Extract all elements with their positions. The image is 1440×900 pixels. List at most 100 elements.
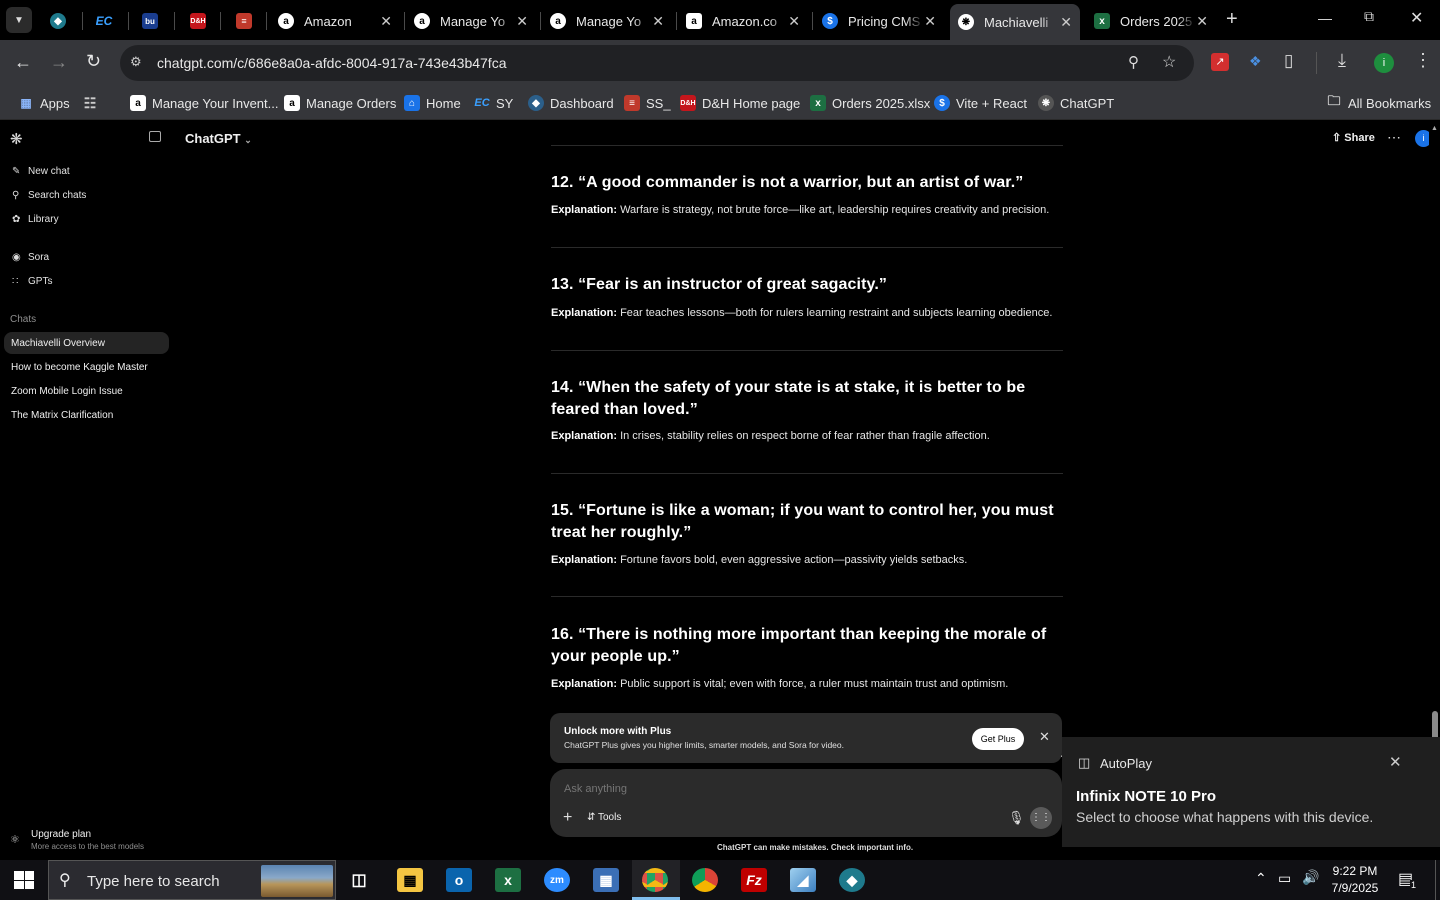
- share-button[interactable]: ⇧ Share: [1332, 131, 1375, 144]
- all-bookmarks[interactable]: 🗀 All Bookmarks: [1326, 92, 1431, 114]
- search-chats-button[interactable]: ⚲ Search chats: [12, 190, 86, 201]
- new-tab-icon[interactable]: +: [1226, 8, 1238, 31]
- app-icon[interactable]: ◢: [790, 868, 816, 892]
- bookmark-item[interactable]: ◆ Dashboard: [528, 92, 614, 114]
- network-icon[interactable]: ▭: [1278, 870, 1291, 887]
- bookmark-item[interactable]: EC SY: [474, 92, 513, 114]
- chat-history-item[interactable]: The Matrix Clarification: [4, 404, 169, 426]
- browser-tab[interactable]: a Manage Yo ✕: [408, 6, 536, 36]
- browser-tab-active[interactable]: ❋ Machiavelli ✕: [950, 4, 1080, 40]
- autoplay-notification[interactable]: ◫ AutoPlay ✕ Infinix NOTE 10 Pro Select …: [1062, 737, 1440, 847]
- file-explorer-icon[interactable]: ▦: [397, 868, 423, 892]
- chat-history-item[interactable]: Machiavelli Overview: [4, 332, 169, 354]
- close-tab-icon[interactable]: ✕: [924, 13, 936, 30]
- bookmark-item[interactable]: D&H D&H Home page: [680, 92, 800, 114]
- minimize-icon[interactable]: —: [1318, 10, 1332, 26]
- close-tab-icon[interactable]: ✕: [652, 13, 664, 30]
- profile-avatar[interactable]: i: [1374, 53, 1394, 73]
- voice-mode-button[interactable]: ⋮⋮: [1030, 807, 1052, 829]
- browser-tab[interactable]: x Orders 2025 ✕: [1088, 6, 1216, 36]
- browser-tab[interactable]: $ Pricing CMS ✕: [816, 6, 944, 36]
- excel-icon[interactable]: x: [495, 868, 521, 892]
- upgrade-plan-button[interactable]: ⚛ Upgrade plan More access to the best m…: [10, 828, 168, 854]
- bookmark-item[interactable]: ≡ SS_: [624, 92, 671, 114]
- restore-icon[interactable]: ⧉: [1364, 8, 1374, 25]
- filezilla-icon[interactable]: Fz: [741, 868, 767, 892]
- bookmark-item[interactable]: ⌂ Home: [404, 92, 461, 114]
- message-composer[interactable]: + ⇵ Tools 🎙 ⋮⋮: [550, 769, 1062, 837]
- bookmark-item[interactable]: ❋ ChatGPT: [1038, 92, 1114, 114]
- close-tab-icon[interactable]: ✕: [788, 13, 800, 30]
- taskbar-clock[interactable]: 9:22 PM 7/9/2025: [1322, 864, 1388, 895]
- bookmarks-bar: ▦ Apps ☷ a Manage Your Invent... a Manage O…: [0, 86, 1440, 198]
- extension-icon[interactable]: ❖: [1249, 53, 1265, 69]
- get-plus-button[interactable]: Get Plus: [972, 728, 1024, 750]
- pinned-tab[interactable]: ◆: [50, 6, 72, 36]
- close-icon[interactable]: ✕: [1389, 753, 1402, 771]
- bookmark-item[interactable]: a Manage Orders: [284, 92, 396, 114]
- taskbar-search-placeholder: Type here to search: [87, 873, 220, 890]
- pinned-tab[interactable]: EC: [96, 6, 118, 36]
- sora-button[interactable]: ◉ Sora: [12, 252, 49, 263]
- zoom-icon[interactable]: ⚲: [1128, 53, 1139, 71]
- upsell-title: Unlock more with Plus: [564, 726, 672, 737]
- outlook-icon[interactable]: o: [446, 868, 472, 892]
- extensions-puzzle-icon[interactable]: ▯: [1284, 51, 1293, 71]
- taskbar-search-box[interactable]: ⚲ Type here to search: [48, 860, 336, 900]
- chat-sidebar: ❋ ✎ New chat ⚲ Search chats ✿ Library ◉ Sora…: [0, 121, 174, 860]
- openai-logo-icon[interactable]: ❋: [10, 130, 23, 148]
- explanation-label: Explanation:: [551, 554, 618, 566]
- collapse-sidebar-icon[interactable]: [149, 131, 161, 142]
- forward-icon[interactable]: →: [50, 52, 68, 73]
- bookmark-item[interactable]: a Manage Your Invent...: [130, 92, 278, 114]
- calculator-icon[interactable]: ▦: [593, 868, 619, 892]
- show-hidden-icons[interactable]: ⌃: [1255, 870, 1267, 887]
- gpts-button[interactable]: ∷ GPTs: [12, 276, 52, 287]
- task-view-icon[interactable]: ◫: [346, 868, 372, 892]
- close-tab-icon[interactable]: ✕: [516, 13, 528, 30]
- model-selector[interactable]: ChatGPT ⌄: [185, 131, 252, 146]
- chat-history-item[interactable]: How to become Kaggle Master: [4, 356, 169, 378]
- pinned-tab[interactable]: D&H: [190, 6, 212, 36]
- site-info-icon[interactable]: ⚙: [130, 54, 142, 70]
- tab-groups-icon[interactable]: ☷: [82, 92, 104, 114]
- windows-start-icon[interactable]: [14, 871, 34, 889]
- bookmark-apps[interactable]: ▦ Apps: [18, 92, 69, 114]
- close-tab-icon[interactable]: ✕: [1196, 13, 1208, 30]
- back-icon[interactable]: ←: [14, 52, 32, 73]
- library-button[interactable]: ✿ Library: [12, 214, 59, 225]
- close-tab-icon[interactable]: ✕: [380, 13, 392, 30]
- microphone-icon[interactable]: 🎙: [1008, 810, 1025, 826]
- close-window-icon[interactable]: ✕: [1410, 8, 1423, 28]
- bookmark-item[interactable]: x Orders 2025.xlsx: [810, 92, 930, 114]
- pinned-tab[interactable]: bu: [142, 6, 164, 36]
- add-attachment-icon[interactable]: +: [563, 809, 572, 827]
- address-bar[interactable]: ⚙ chatgpt.com/c/686e8a0a-afdc-8004-917a-…: [120, 45, 1194, 81]
- app-icon[interactable]: ◆: [839, 868, 865, 892]
- more-options-icon[interactable]: ⋯: [1387, 129, 1401, 146]
- chrome-icon[interactable]: [692, 868, 718, 892]
- bookmark-item[interactable]: $ Vite + React: [934, 92, 1027, 114]
- upgrade-icon: ⚛: [10, 834, 20, 846]
- reload-icon[interactable]: ↻: [86, 51, 101, 72]
- zoom-icon[interactable]: zm: [544, 868, 570, 892]
- browser-tab[interactable]: a Manage Yo ✕: [544, 6, 672, 36]
- close-tab-icon[interactable]: ✕: [1060, 14, 1072, 31]
- browser-menu-icon[interactable]: ⋮: [1414, 50, 1432, 71]
- download-icon[interactable]: ⤓: [1338, 50, 1346, 71]
- chat-history-item[interactable]: Zoom Mobile Login Issue: [4, 380, 169, 402]
- pinned-tab[interactable]: ≡: [236, 6, 258, 36]
- tab-search-button[interactable]: ▼: [6, 7, 32, 33]
- notification-count-badge: 1: [1410, 880, 1418, 890]
- extension-icon[interactable]: ↗: [1211, 53, 1229, 71]
- show-desktop[interactable]: [1435, 860, 1440, 900]
- new-chat-button[interactable]: ✎ New chat: [12, 166, 70, 177]
- bookmark-star-icon[interactable]: ☆: [1162, 52, 1176, 72]
- close-icon[interactable]: ✕: [1039, 729, 1050, 745]
- volume-icon[interactable]: 🔊: [1302, 869, 1319, 886]
- browser-tab[interactable]: a Amazon.co ✕: [680, 6, 808, 36]
- tools-button[interactable]: ⇵ Tools: [587, 812, 621, 823]
- prompt-input[interactable]: [564, 781, 1044, 797]
- browser-tab[interactable]: a Amazon ✕: [272, 6, 400, 36]
- quote-heading: 15. “Fortune is like a woman; if you wan…: [551, 502, 1054, 541]
